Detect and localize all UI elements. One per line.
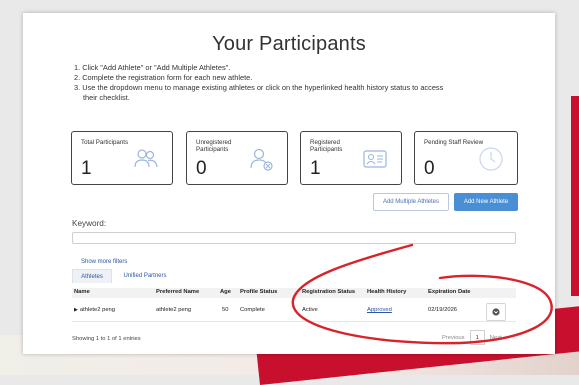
row-name-cell[interactable]: ▶ athlete2 peng <box>74 307 115 313</box>
tab-unified-partners[interactable]: Unified Partners <box>116 269 174 282</box>
add-new-athlete-button[interactable]: Add New Athlete <box>454 193 518 211</box>
show-more-filters-link[interactable]: Show more filters <box>81 259 127 265</box>
participants-panel: Your Participants 1. Click "Add Athlete"… <box>23 13 555 354</box>
instruction-3: 3. Use the dropdown menu to manage exist… <box>74 83 444 92</box>
pagination-previous[interactable]: Previous <box>437 331 470 344</box>
table-header: Name Preferred Name Age Profile Status R… <box>72 288 516 298</box>
row-expiration-date: 02/19/2026 <box>428 307 458 313</box>
card-value: 0 <box>196 158 207 179</box>
background-red-edge <box>571 96 579 296</box>
user-remove-icon <box>250 148 273 171</box>
row-health-history-link[interactable]: Approved <box>367 307 392 313</box>
col-age[interactable]: Age <box>220 289 231 295</box>
expand-caret-icon[interactable]: ▶ <box>74 307 78 313</box>
col-profile-status[interactable]: Profile Status <box>240 289 277 295</box>
clock-icon <box>479 147 503 171</box>
instruction-2: 2. Complete the registration form for ea… <box>74 73 253 82</box>
instruction-1: 1. Click "Add Athlete" or "Add Multiple … <box>74 63 231 72</box>
row-age: 50 <box>222 307 229 313</box>
card-total-participants: Total Participants 1 <box>71 131 173 185</box>
col-health-history[interactable]: Health History <box>367 289 406 295</box>
card-label: Pending Staff Review <box>424 139 484 146</box>
tab-athletes[interactable]: Athletes <box>72 269 112 283</box>
pagination-next[interactable]: Next <box>485 331 507 344</box>
chevron-down-icon <box>492 308 500 316</box>
card-value: 0 <box>424 158 435 179</box>
page-title: Your Participants <box>212 33 366 55</box>
keyword-input[interactable] <box>72 232 516 244</box>
card-unregistered-participants: Unregistered Participants 0 <box>186 131 288 185</box>
table-info: Showing 1 to 1 of 1 entries <box>72 336 141 342</box>
col-expiration-date[interactable]: Expiration Date <box>428 289 471 295</box>
add-multiple-athletes-button[interactable]: Add Multiple Athletes <box>373 193 449 211</box>
col-name[interactable]: Name <box>74 289 90 295</box>
card-registered-participants: Registered Participants 1 <box>300 131 402 185</box>
instructions: 1. Click "Add Athlete" or "Add Multiple … <box>74 63 504 103</box>
pagination: Previous 1 Next <box>437 330 507 345</box>
row-actions-dropdown[interactable] <box>486 303 506 321</box>
people-icon <box>134 149 158 168</box>
row-profile-status: Complete <box>240 307 265 313</box>
card-value: 1 <box>81 158 92 179</box>
col-preferred-name[interactable]: Preferred Name <box>156 289 199 295</box>
row-registration-status: Active <box>302 307 318 313</box>
row-name: athlete2 peng <box>79 307 115 313</box>
col-registration-status[interactable]: Registration Status <box>302 289 355 295</box>
keyword-label: Keyword: <box>72 219 107 228</box>
table-row: ▶ athlete2 peng athlete2 peng 50 Complete… <box>72 303 516 322</box>
row-preferred-name: athlete2 peng <box>156 307 192 313</box>
instruction-3-cont: their checklist. <box>83 93 130 102</box>
tab-bar: Athletes Unified Partners <box>72 269 516 283</box>
card-value: 1 <box>310 158 321 179</box>
id-card-icon <box>363 150 387 168</box>
pagination-page-1[interactable]: 1 <box>469 330 485 345</box>
card-pending-staff-review: Pending Staff Review 0 <box>414 131 518 185</box>
